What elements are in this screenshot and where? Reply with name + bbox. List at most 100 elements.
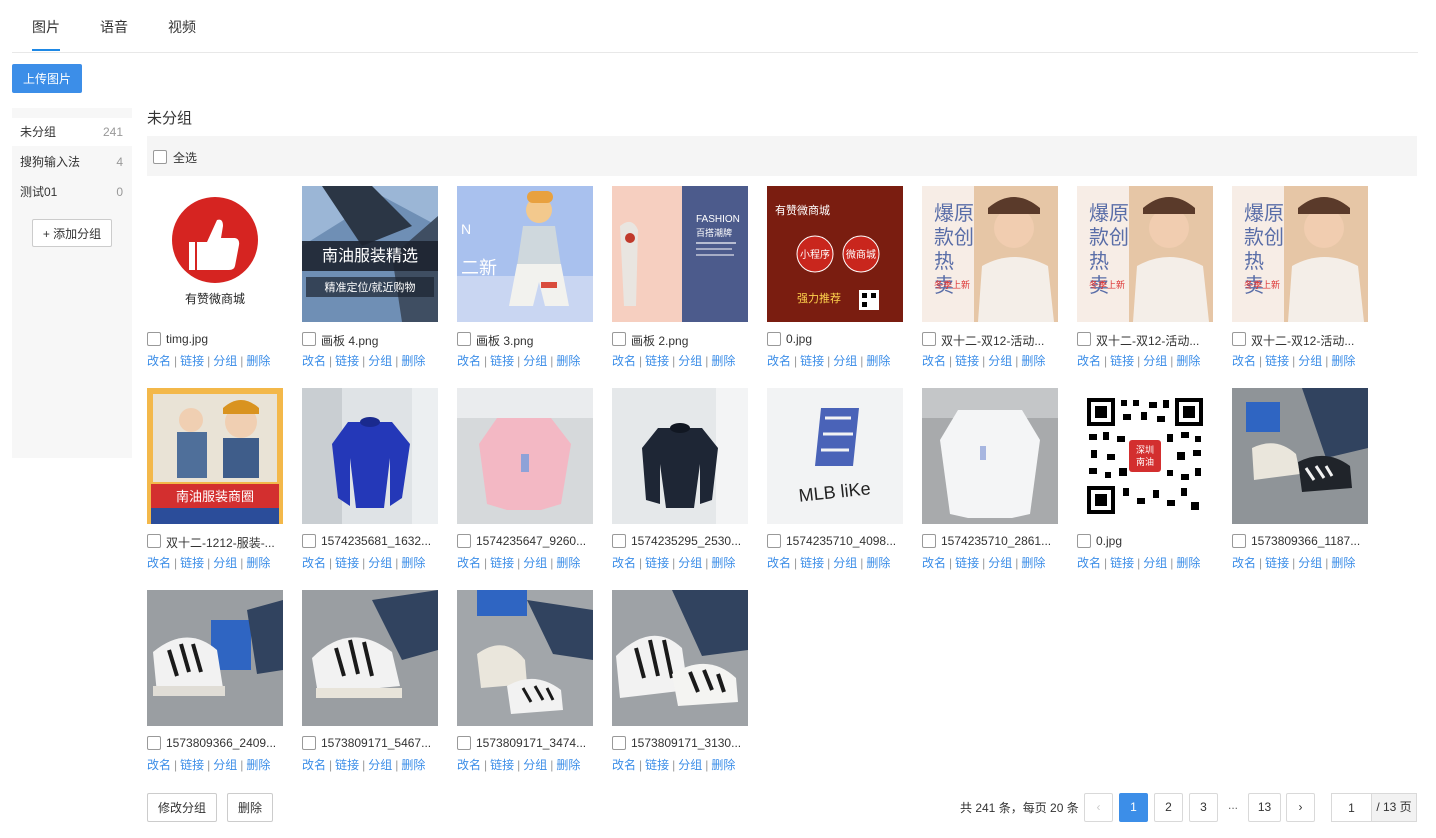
group-item-ungrouped[interactable]: 未分组 241 <box>12 118 132 146</box>
copy-link-link[interactable]: 链接 <box>490 354 514 368</box>
image-select-checkbox[interactable] <box>457 534 471 548</box>
change-group-link[interactable]: 分组 <box>833 556 857 570</box>
image-thumbnail[interactable] <box>612 590 748 726</box>
change-group-link[interactable]: 分组 <box>678 556 702 570</box>
rename-link[interactable]: 改名 <box>1077 556 1101 570</box>
copy-link-link[interactable]: 链接 <box>1110 354 1134 368</box>
image-select-checkbox[interactable] <box>1077 534 1091 548</box>
image-select-checkbox[interactable] <box>1232 534 1246 548</box>
change-group-link[interactable]: 分组 <box>988 354 1012 368</box>
change-group-link[interactable]: 分组 <box>368 556 392 570</box>
delete-link[interactable]: 删除 <box>556 758 580 772</box>
delete-link[interactable]: 删除 <box>401 556 425 570</box>
copy-link-link[interactable]: 链接 <box>335 758 359 772</box>
delete-link[interactable]: 删除 <box>711 758 735 772</box>
change-group-link[interactable]: 分组 <box>213 556 237 570</box>
image-select-checkbox[interactable] <box>302 534 316 548</box>
change-group-link[interactable]: 分组 <box>523 354 547 368</box>
change-group-link[interactable]: 分组 <box>213 758 237 772</box>
delete-link[interactable]: 删除 <box>1021 556 1045 570</box>
image-select-checkbox[interactable] <box>612 736 626 750</box>
image-select-checkbox[interactable] <box>767 332 781 346</box>
copy-link-link[interactable]: 链接 <box>800 556 824 570</box>
copy-link-link[interactable]: 链接 <box>1110 556 1134 570</box>
rename-link[interactable]: 改名 <box>457 758 481 772</box>
image-thumbnail[interactable] <box>302 388 438 524</box>
image-select-checkbox[interactable] <box>147 332 161 346</box>
rename-link[interactable]: 改名 <box>612 354 636 368</box>
tab-images[interactable]: 图片 <box>32 17 60 37</box>
delete-link[interactable]: 删除 <box>246 758 270 772</box>
copy-link-link[interactable]: 链接 <box>180 556 204 570</box>
page-button-13[interactable]: 13 <box>1248 793 1281 822</box>
change-group-link[interactable]: 分组 <box>833 354 857 368</box>
image-select-checkbox[interactable] <box>612 332 626 346</box>
copy-link-link[interactable]: 链接 <box>180 354 204 368</box>
change-group-link[interactable]: 分组 <box>1143 354 1167 368</box>
rename-link[interactable]: 改名 <box>147 556 171 570</box>
rename-link[interactable]: 改名 <box>767 354 791 368</box>
upload-image-button[interactable]: 上传图片 <box>12 64 82 93</box>
change-group-link[interactable]: 分组 <box>678 758 702 772</box>
image-thumbnail[interactable] <box>922 388 1058 524</box>
page-button-1[interactable]: 1 <box>1119 793 1148 822</box>
rename-link[interactable]: 改名 <box>457 556 481 570</box>
image-select-checkbox[interactable] <box>147 534 161 548</box>
rename-link[interactable]: 改名 <box>147 758 171 772</box>
rename-link[interactable]: 改名 <box>922 354 946 368</box>
page-jump-input[interactable] <box>1331 793 1371 822</box>
image-select-checkbox[interactable] <box>147 736 161 750</box>
prev-page-button[interactable]: ‹ <box>1084 793 1113 822</box>
image-thumbnail[interactable]: 爆原 款创 热 卖 冬季上新 <box>922 186 1058 322</box>
image-thumbnail[interactable] <box>457 388 593 524</box>
delete-link[interactable]: 删除 <box>556 556 580 570</box>
copy-link-link[interactable]: 链接 <box>490 758 514 772</box>
image-select-checkbox[interactable] <box>302 332 316 346</box>
image-thumbnail[interactable]: MLB liKe <box>767 388 903 524</box>
delete-selected-button[interactable]: 删除 <box>227 793 273 822</box>
image-thumbnail[interactable]: 二新 N <box>457 186 593 322</box>
rename-link[interactable]: 改名 <box>1077 354 1101 368</box>
rename-link[interactable]: 改名 <box>612 758 636 772</box>
rename-link[interactable]: 改名 <box>922 556 946 570</box>
image-thumbnail[interactable]: FASHION 百搭潮牌 <box>612 186 748 322</box>
change-group-link[interactable]: 分组 <box>988 556 1012 570</box>
copy-link-link[interactable]: 链接 <box>180 758 204 772</box>
image-thumbnail[interactable]: 爆原 款创 热 卖 冬季上新 <box>1232 186 1368 322</box>
delete-link[interactable]: 删除 <box>246 556 270 570</box>
delete-link[interactable]: 删除 <box>1021 354 1045 368</box>
image-thumbnail[interactable] <box>457 590 593 726</box>
image-thumbnail[interactable] <box>302 590 438 726</box>
group-item-test01[interactable]: 测试01 0 <box>12 178 132 206</box>
group-item-sogou[interactable]: 搜狗输入法 4 <box>12 148 132 176</box>
next-page-button[interactable]: › <box>1286 793 1315 822</box>
image-select-checkbox[interactable] <box>1077 332 1091 346</box>
rename-link[interactable]: 改名 <box>302 354 326 368</box>
delete-link[interactable]: 删除 <box>401 354 425 368</box>
copy-link-link[interactable]: 链接 <box>1265 354 1289 368</box>
delete-link[interactable]: 删除 <box>711 354 735 368</box>
image-select-checkbox[interactable] <box>457 332 471 346</box>
change-group-link[interactable]: 分组 <box>1298 354 1322 368</box>
rename-link[interactable]: 改名 <box>612 556 636 570</box>
rename-link[interactable]: 改名 <box>1232 354 1256 368</box>
image-select-checkbox[interactable] <box>302 736 316 750</box>
delete-link[interactable]: 删除 <box>556 354 580 368</box>
change-group-link[interactable]: 分组 <box>1298 556 1322 570</box>
delete-link[interactable]: 删除 <box>401 758 425 772</box>
image-select-checkbox[interactable] <box>767 534 781 548</box>
delete-link[interactable]: 删除 <box>1331 556 1355 570</box>
add-group-button[interactable]: + 添加分组 <box>32 219 112 247</box>
image-select-checkbox[interactable] <box>612 534 626 548</box>
image-thumbnail[interactable]: 深圳 南油 <box>1077 388 1213 524</box>
tab-video[interactable]: 视频 <box>168 17 196 37</box>
rename-link[interactable]: 改名 <box>457 354 481 368</box>
image-thumbnail[interactable]: 南油服装商圈 <box>147 388 283 524</box>
change-group-link[interactable]: 分组 <box>213 354 237 368</box>
modify-group-button[interactable]: 修改分组 <box>147 793 217 822</box>
image-select-checkbox[interactable] <box>922 534 936 548</box>
image-thumbnail[interactable]: 有赞微商城 小程序 微商城 强力推荐 <box>767 186 903 322</box>
copy-link-link[interactable]: 链接 <box>1265 556 1289 570</box>
delete-link[interactable]: 删除 <box>1331 354 1355 368</box>
copy-link-link[interactable]: 链接 <box>335 556 359 570</box>
